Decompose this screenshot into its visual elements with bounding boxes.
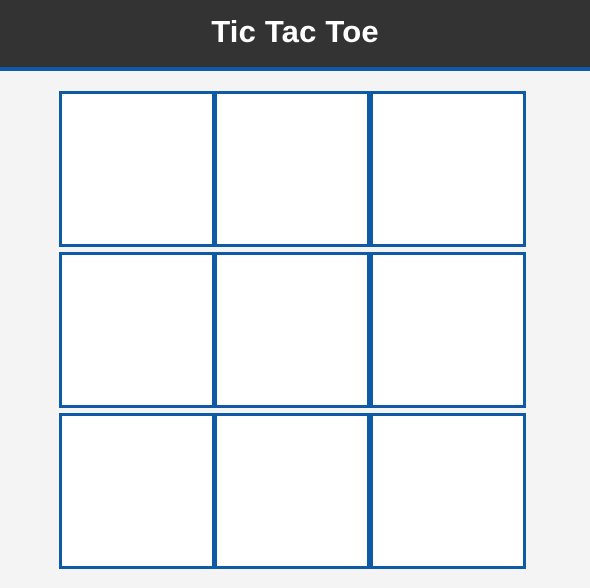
board-cell-3[interactable]: [370, 91, 526, 247]
board-cell-7[interactable]: [59, 413, 215, 569]
board-cell-9[interactable]: [370, 413, 526, 569]
board-cell-4[interactable]: [59, 252, 215, 408]
page-title: Tic Tac Toe: [211, 13, 379, 49]
board-cell-5[interactable]: [214, 252, 370, 408]
board-cell-8[interactable]: [214, 413, 370, 569]
board-cell-6[interactable]: [370, 252, 526, 408]
game-board: [59, 91, 526, 569]
board-cell-1[interactable]: [59, 91, 215, 247]
board-cell-2[interactable]: [214, 91, 370, 247]
app-header: Tic Tac Toe: [0, 0, 590, 71]
